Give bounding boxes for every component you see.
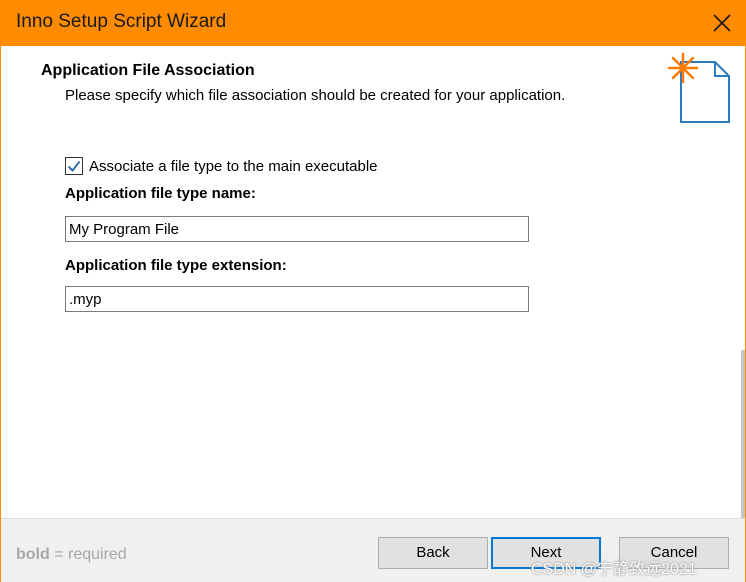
page-title: Application File Association bbox=[41, 62, 255, 79]
watermark: CSDN @宁静致远2021 bbox=[531, 561, 697, 578]
associate-checkbox-row[interactable]: Associate a file type to the main execut… bbox=[65, 157, 378, 175]
associate-checkbox-label: Associate a file type to the main execut… bbox=[89, 157, 378, 175]
wizard-window: Inno Setup Script Wizard Application Fil… bbox=[0, 0, 746, 582]
page-subtitle: Please specify which file association sh… bbox=[65, 87, 566, 104]
scrollbar-thumb[interactable] bbox=[741, 350, 745, 518]
close-button[interactable] bbox=[699, 0, 745, 46]
associate-checkbox[interactable] bbox=[65, 157, 83, 175]
title-bar[interactable]: Inno Setup Script Wizard bbox=[1, 0, 745, 46]
legend-text: = required bbox=[49, 546, 127, 563]
window-title: Inno Setup Script Wizard bbox=[16, 11, 227, 32]
back-button[interactable]: Back bbox=[378, 537, 488, 569]
file-type-name-input[interactable] bbox=[65, 216, 529, 242]
file-type-name-label: Application file type name: bbox=[65, 185, 256, 202]
legend-bold-word: bold bbox=[16, 546, 50, 563]
checkmark-icon bbox=[67, 160, 81, 172]
file-type-extension-label: Application file type extension: bbox=[65, 257, 287, 274]
close-icon bbox=[713, 14, 731, 32]
file-type-extension-input[interactable] bbox=[65, 286, 529, 312]
required-legend: bold = required bbox=[16, 546, 127, 564]
document-sparkle-icon bbox=[665, 52, 735, 132]
